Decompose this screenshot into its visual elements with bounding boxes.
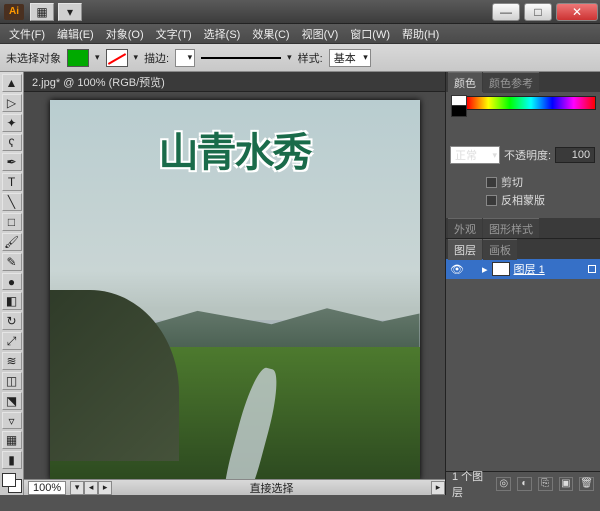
close-button[interactable]: ✕ xyxy=(556,3,598,21)
visibility-toggle-icon[interactable]: 👁 xyxy=(450,263,464,276)
nav-right-icon[interactable]: ▸ xyxy=(98,481,112,495)
right-panels: 颜色 颜色参考 正常 不透明度: 100 剪切 反相蒙版 外观 图形样式 图层 … xyxy=(445,72,600,495)
stroke-weight-dropdown[interactable] xyxy=(175,49,195,67)
tab-artboards[interactable]: 画板 xyxy=(483,239,517,260)
shape-builder-tool-icon[interactable]: ⬔ xyxy=(2,392,22,410)
clip-checkbox[interactable] xyxy=(486,177,497,188)
tool-palette: ▲ ▷ ✦ ʕ ✒ T ╲ □ 🖌 ✎ ● ◧ ↻ ⤢ ≋ ◫ ⬔ ▿ ▦ ▮ xyxy=(0,72,24,495)
stroke-label: 描边: xyxy=(144,50,169,66)
clip-label: 剪切 xyxy=(501,174,523,190)
type-tool-icon[interactable]: T xyxy=(2,173,22,191)
menu-object[interactable]: 对象(O) xyxy=(101,24,149,44)
line-tool-icon[interactable]: ╲ xyxy=(2,193,22,211)
fill-stroke-toggle[interactable] xyxy=(2,473,22,493)
new-layer-icon[interactable]: ▣ xyxy=(559,477,574,491)
nav-left-icon[interactable]: ◂ xyxy=(84,481,98,495)
panel-empty-area xyxy=(446,279,600,471)
lasso-tool-icon[interactable]: ʕ xyxy=(2,134,22,152)
free-transform-tool-icon[interactable]: ◫ xyxy=(2,372,22,390)
document-tab[interactable]: 2.jpg* @ 100% (RGB/预览) xyxy=(24,72,445,92)
menu-view[interactable]: 视图(V) xyxy=(297,24,344,44)
style-dropdown[interactable]: 基本 xyxy=(329,49,371,67)
color-spectrum[interactable] xyxy=(466,96,596,110)
stroke-swatch[interactable] xyxy=(106,49,128,67)
invert-label: 反相蒙版 xyxy=(501,192,545,208)
blend-mode-dropdown[interactable]: 正常 xyxy=(450,146,500,164)
expand-layer-icon[interactable]: ▸ xyxy=(482,263,488,276)
arrange-icon[interactable]: ▾ xyxy=(58,3,82,21)
eraser-tool-icon[interactable]: ◧ xyxy=(2,292,22,310)
maximize-button[interactable]: □ xyxy=(524,3,552,21)
width-tool-icon[interactable]: ≋ xyxy=(2,352,22,370)
color-panel xyxy=(446,92,600,142)
tab-graphic-styles[interactable]: 图形样式 xyxy=(483,218,539,239)
tab-appearance[interactable]: 外观 xyxy=(448,218,482,239)
make-mask-icon[interactable]: ◐ xyxy=(517,477,532,491)
layers-panel-footer: 1 个图层 ◎ ◐ ⎘ ▣ 🗑 xyxy=(446,471,600,495)
minimize-button[interactable]: — xyxy=(492,3,520,21)
gradient-tool-icon[interactable]: ▮ xyxy=(2,451,22,469)
title-bar: Ai ▦ ▾ — □ ✕ xyxy=(0,0,600,24)
invert-mask-checkbox[interactable] xyxy=(486,195,497,206)
options-bar: 未选择对象 ▾ ▾ 描边: ▾ 样式: 基本 xyxy=(0,44,600,72)
rotate-tool-icon[interactable]: ↻ xyxy=(2,312,22,330)
tab-layers[interactable]: 图层 xyxy=(448,239,482,260)
zoom-field[interactable]: 100% xyxy=(28,481,66,495)
zoom-down-icon[interactable]: ▾ xyxy=(70,481,84,495)
direct-select-tool-icon[interactable]: ▷ xyxy=(2,94,22,112)
tab-color-guide[interactable]: 颜色参考 xyxy=(483,72,539,93)
style-label: 样式: xyxy=(298,50,323,66)
menu-type[interactable]: 文字(T) xyxy=(151,24,197,44)
canvas-text-art[interactable]: 山青水秀 xyxy=(159,120,311,178)
canvas-area[interactable]: 山青水秀 xyxy=(24,92,445,479)
selection-status: 未选择对象 xyxy=(6,50,61,66)
menu-bar: 文件(F) 编辑(E) 对象(O) 文字(T) 选择(S) 效果(C) 视图(V… xyxy=(0,24,600,44)
pencil-tool-icon[interactable]: ✎ xyxy=(2,253,22,271)
menu-file[interactable]: 文件(F) xyxy=(4,24,50,44)
perspective-tool-icon[interactable]: ▿ xyxy=(2,412,22,430)
bridge-icon[interactable]: ▦ xyxy=(30,3,54,21)
menu-select[interactable]: 选择(S) xyxy=(199,24,246,44)
menu-help[interactable]: 帮助(H) xyxy=(397,24,444,44)
fill-swatch[interactable] xyxy=(67,49,89,67)
pen-tool-icon[interactable]: ✒ xyxy=(2,153,22,171)
new-sublayer-icon[interactable]: ⎘ xyxy=(538,477,553,491)
status-menu-icon[interactable]: ▸ xyxy=(431,481,445,495)
menu-window[interactable]: 窗口(W) xyxy=(345,24,395,44)
selection-tool-icon[interactable]: ▲ xyxy=(2,74,22,92)
menu-effect[interactable]: 效果(C) xyxy=(247,24,294,44)
layer-thumbnail xyxy=(492,262,510,276)
rectangle-tool-icon[interactable]: □ xyxy=(2,213,22,231)
opacity-label: 不透明度: xyxy=(504,147,551,163)
scale-tool-icon[interactable]: ⤢ xyxy=(2,332,22,350)
tab-color[interactable]: 颜色 xyxy=(448,72,482,93)
artboard[interactable]: 山青水秀 xyxy=(50,100,420,479)
app-logo-icon: Ai xyxy=(4,4,24,20)
locate-layer-icon[interactable]: ◎ xyxy=(496,477,511,491)
layer-count: 1 个图层 xyxy=(452,468,490,500)
brush-tool-icon[interactable]: 🖌 xyxy=(2,233,22,251)
status-bar: 100% ▾ ◂ ▸ 直接选择 ▸ xyxy=(24,479,445,495)
menu-edit[interactable]: 编辑(E) xyxy=(52,24,99,44)
mesh-tool-icon[interactable]: ▦ xyxy=(2,431,22,449)
layer-name[interactable]: 图层 1 xyxy=(514,261,545,277)
delete-layer-icon[interactable]: 🗑 xyxy=(579,477,594,491)
layer-row[interactable]: 👁 ▸ 图层 1 xyxy=(446,259,600,279)
opacity-field[interactable]: 100 xyxy=(555,147,595,163)
current-tool-label: 直接选择 xyxy=(112,480,431,496)
stroke-sample[interactable] xyxy=(201,57,281,59)
magic-wand-tool-icon[interactable]: ✦ xyxy=(2,114,22,132)
blob-tool-icon[interactable]: ● xyxy=(2,273,22,291)
